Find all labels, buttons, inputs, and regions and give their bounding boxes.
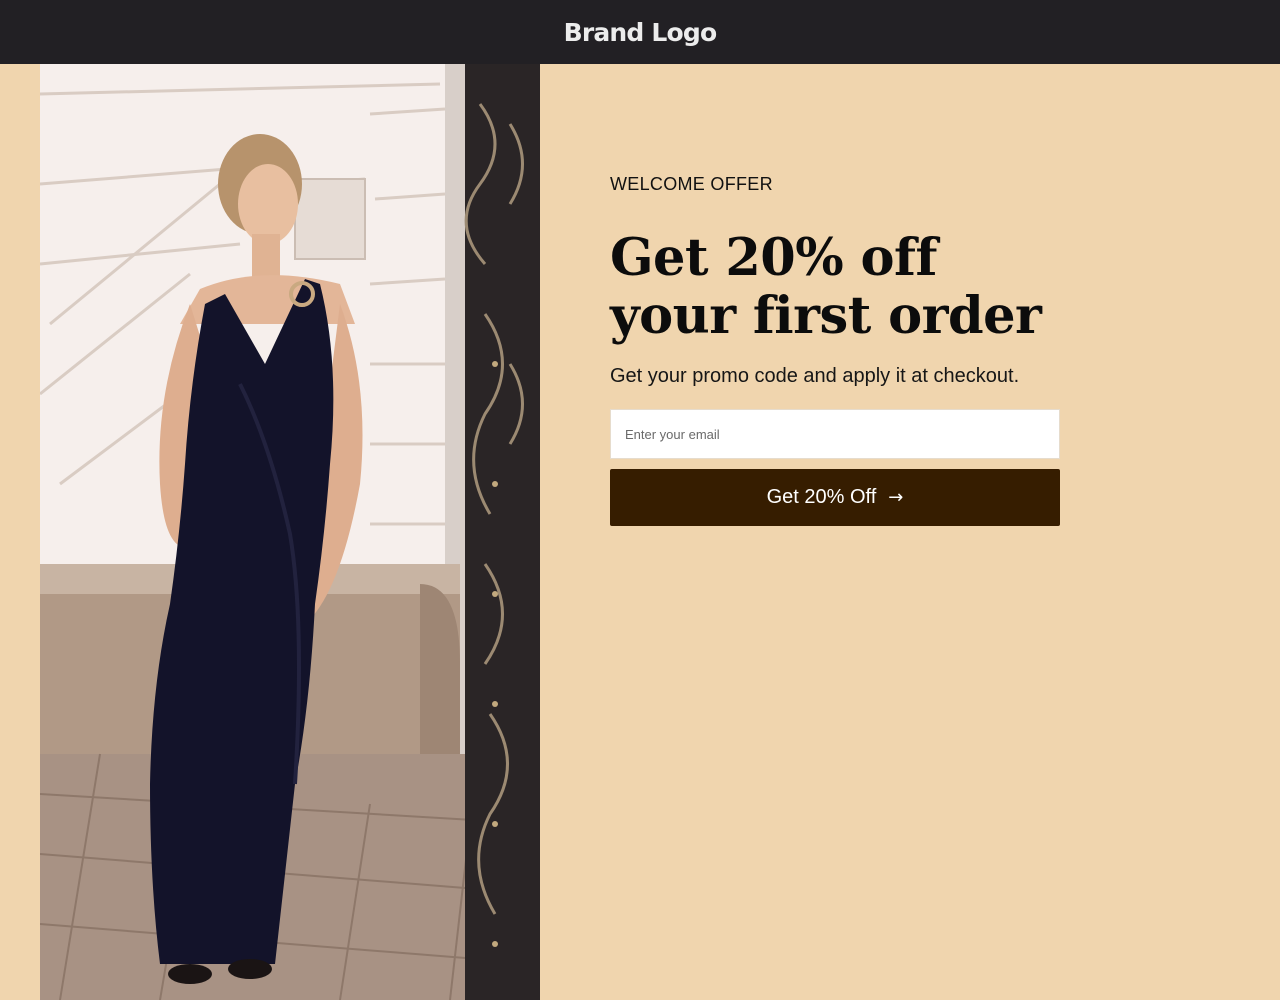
arrow-right-icon: →: [888, 487, 904, 508]
photo-model-dress-icon: [40, 64, 540, 1000]
get-discount-button[interactable]: Get 20% Off →: [610, 469, 1060, 526]
offer-eyebrow: WELCOME OFFER: [610, 174, 773, 194]
cta-label: Get 20% Off: [766, 486, 877, 508]
offer-subline: Get your promo code and apply it at chec…: [610, 365, 1020, 387]
headline-line-2: your first order: [610, 286, 1042, 346]
headline-line-1: Get 20% off: [610, 228, 937, 288]
offer-headline: Get 20% off your first order: [610, 228, 1042, 346]
email-input[interactable]: [610, 409, 1060, 459]
top-bar: Brand Logo: [0, 0, 1280, 64]
brand-logo[interactable]: Brand Logo: [564, 18, 718, 47]
welcome-offer-page: WELCOME OFFER Get 20% off your first ord…: [0, 64, 1280, 1000]
hero-photo: [40, 64, 540, 1000]
